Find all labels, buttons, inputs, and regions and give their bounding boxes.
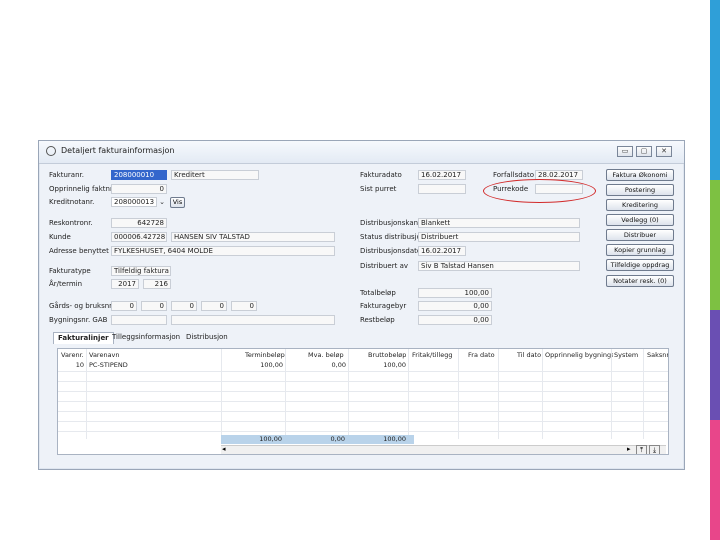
bygningsnr-field-1[interactable] [111, 315, 167, 325]
col-header-system[interactable]: System [614, 351, 638, 360]
invoice-details-window: Detaljert fakturainformasjon ▭ ▢ ✕ Faktu… [38, 140, 685, 470]
col-header-varenavn[interactable]: Varenavn [89, 351, 120, 360]
faktura-okonomi-button[interactable]: Faktura Økonomi [606, 169, 674, 181]
gards-field-4[interactable]: 0 [201, 301, 227, 311]
scroll-left-icon[interactable]: ◂ [222, 445, 226, 453]
chevron-down-icon[interactable]: ⌄ [157, 197, 167, 207]
minimize-button[interactable]: ▭ [617, 146, 633, 157]
ar-termin-label: År/termin [49, 280, 83, 288]
title-bar: Detaljert fakturainformasjon ▭ ▢ ✕ [39, 141, 684, 164]
totalbelop-field[interactable]: 100,00 [418, 288, 492, 298]
adresse-label: Adresse benyttet [49, 247, 109, 255]
sist-purret-label: Sist purret [360, 185, 397, 193]
col-header-bruttobelop[interactable]: Bruttobeløp [368, 351, 406, 360]
ar-field[interactable]: 2017 [111, 279, 139, 289]
tab-distribusjon[interactable]: Distribusjon [182, 332, 232, 343]
invoice-lines-table: Varenr. Varenavn Terminbeløp Mva. beløp … [57, 348, 669, 455]
total-brutto: 100,00 [383, 435, 406, 443]
fakturagebyr-label: Fakturagebyr [360, 302, 407, 310]
distribuer-button[interactable]: Distribuer [606, 229, 674, 241]
col-header-fra-dato[interactable]: Fra dato [468, 351, 495, 360]
vedlegg-button[interactable]: Vedlegg (0) [606, 214, 674, 226]
maximize-button[interactable]: ▢ [636, 146, 652, 157]
distkanal-label: Distribusjonskanal [360, 219, 425, 227]
fakturanr-label: Fakturanr. [49, 171, 84, 179]
cell-varenr: 10 [75, 361, 84, 369]
window-title: Detaljert fakturainformasjon [61, 146, 175, 155]
totals-row: 100,00 0,00 100,00 [221, 435, 414, 444]
distribuert-av-label: Distribuert av [360, 262, 409, 270]
cell-mva: 0,00 [331, 361, 346, 369]
total-terminbelop: 100,00 [259, 435, 282, 443]
col-header-fritak[interactable]: Fritak/tillegg [412, 351, 452, 360]
decor-stripe-blue [710, 0, 720, 180]
total-mva: 0,00 [330, 435, 345, 443]
decor-stripe-purple [710, 310, 720, 420]
gards-field-1[interactable]: 0 [111, 301, 137, 311]
postering-button[interactable]: Postering [606, 184, 674, 196]
distdato-field[interactable]: 16.02.2017 [418, 246, 466, 256]
decor-stripe-pink [710, 420, 720, 540]
fakturatype-field[interactable]: Tilfeldig faktura [111, 266, 171, 276]
col-header-opprinnelig-bygning[interactable]: Opprinnelig bygningsn [545, 351, 613, 360]
annotation-ellipse [483, 179, 596, 203]
kunde-navn-field[interactable]: HANSEN SIV TALSTAD [171, 232, 335, 242]
kreditering-button[interactable]: Kreditering [606, 199, 674, 211]
distkanal-field[interactable]: Blankett [418, 218, 580, 228]
kunde-nr-field[interactable]: 000006.42728 [111, 232, 167, 242]
tab-fakturalinjer[interactable]: Fakturalinjer [53, 332, 114, 344]
termin-field[interactable]: 216 [143, 279, 171, 289]
opprinnelig-faktnr-field[interactable]: 0 [111, 184, 167, 194]
col-header-varenr[interactable]: Varenr. [61, 351, 84, 360]
reskontronr-field[interactable]: 642728 [111, 218, 167, 228]
gards-bruksnr-label: Gårds- og bruksnr. [49, 302, 114, 310]
app-icon [46, 146, 56, 156]
reskontronr-label: Reskontronr. [49, 219, 93, 227]
decor-stripe-green [710, 180, 720, 310]
gards-field-5[interactable]: 0 [231, 301, 257, 311]
gards-field-3[interactable]: 0 [171, 301, 197, 311]
fakturanr-field[interactable]: 208000010 [111, 170, 167, 180]
tab-tilleggsinformasjon[interactable]: Tilleggsinformasjon [108, 332, 184, 343]
horizontal-scrollbar[interactable]: ◂ ▸ ⤒ ⤓ [221, 445, 666, 454]
scroll-up-icon[interactable]: ⤒ [636, 445, 647, 454]
opprinnelig-faktnr-label: Opprinnelig faktnr. [49, 185, 115, 193]
status-distribusjon-field[interactable]: Distribuert [418, 232, 580, 242]
notater-resk-button[interactable]: Notater resk. (0) [606, 275, 674, 287]
col-header-til-dato[interactable]: Til dato [517, 351, 541, 360]
kopier-grunnlag-button[interactable]: Kopier grunnlag [606, 244, 674, 256]
table-row[interactable] [58, 421, 668, 432]
col-header-terminbelop[interactable]: Terminbeløp [245, 351, 285, 360]
bygningsnr-field-2[interactable] [171, 315, 335, 325]
kreditnotanr-label: Kreditnotanr. [49, 198, 95, 206]
adresse-field[interactable]: FYLKESHUSET, 6404 MOLDE [111, 246, 335, 256]
bygningsnr-label: Bygningsnr. GAB [49, 316, 108, 324]
scroll-right-icon[interactable]: ▸ [627, 445, 631, 453]
fakturatype-label: Fakturatype [49, 267, 91, 275]
col-header-saksnr[interactable]: Saksnr [647, 351, 668, 360]
restbelop-label: Restbeløp [360, 316, 395, 324]
vis-button[interactable]: Vis [170, 197, 185, 208]
tilfeldige-oppdrag-button[interactable]: Tilfeldige oppdrag [606, 259, 674, 271]
fakturadato-label: Fakturadato [360, 171, 402, 179]
close-button[interactable]: ✕ [656, 146, 672, 157]
kreditnotanr-select[interactable]: 208000013 [111, 197, 157, 207]
restbelop-field[interactable]: 0,00 [418, 315, 492, 325]
distdato-label: Distribusjonsdato [360, 247, 422, 255]
col-header-mva[interactable]: Mva. beløp [308, 351, 344, 360]
gards-field-2[interactable]: 0 [141, 301, 167, 311]
fakturagebyr-field[interactable]: 0,00 [418, 301, 492, 311]
kunde-label: Kunde [49, 233, 71, 241]
distribuert-av-field[interactable]: Siv B Talstad Hansen [418, 261, 580, 271]
sist-purret-field[interactable] [418, 184, 466, 194]
totalbelop-label: Totalbeløp [360, 289, 396, 297]
scroll-down-icon[interactable]: ⤓ [649, 445, 660, 454]
invoice-status-field[interactable]: Kreditert [171, 170, 259, 180]
cell-terminbelop: 100,00 [260, 361, 283, 369]
cell-brutto: 100,00 [383, 361, 406, 369]
status-distribusjon-label: Status distribusjon [360, 233, 426, 241]
cell-varenavn: PC-STIPEND [89, 361, 128, 369]
fakturadato-field[interactable]: 16.02.2017 [418, 170, 466, 180]
